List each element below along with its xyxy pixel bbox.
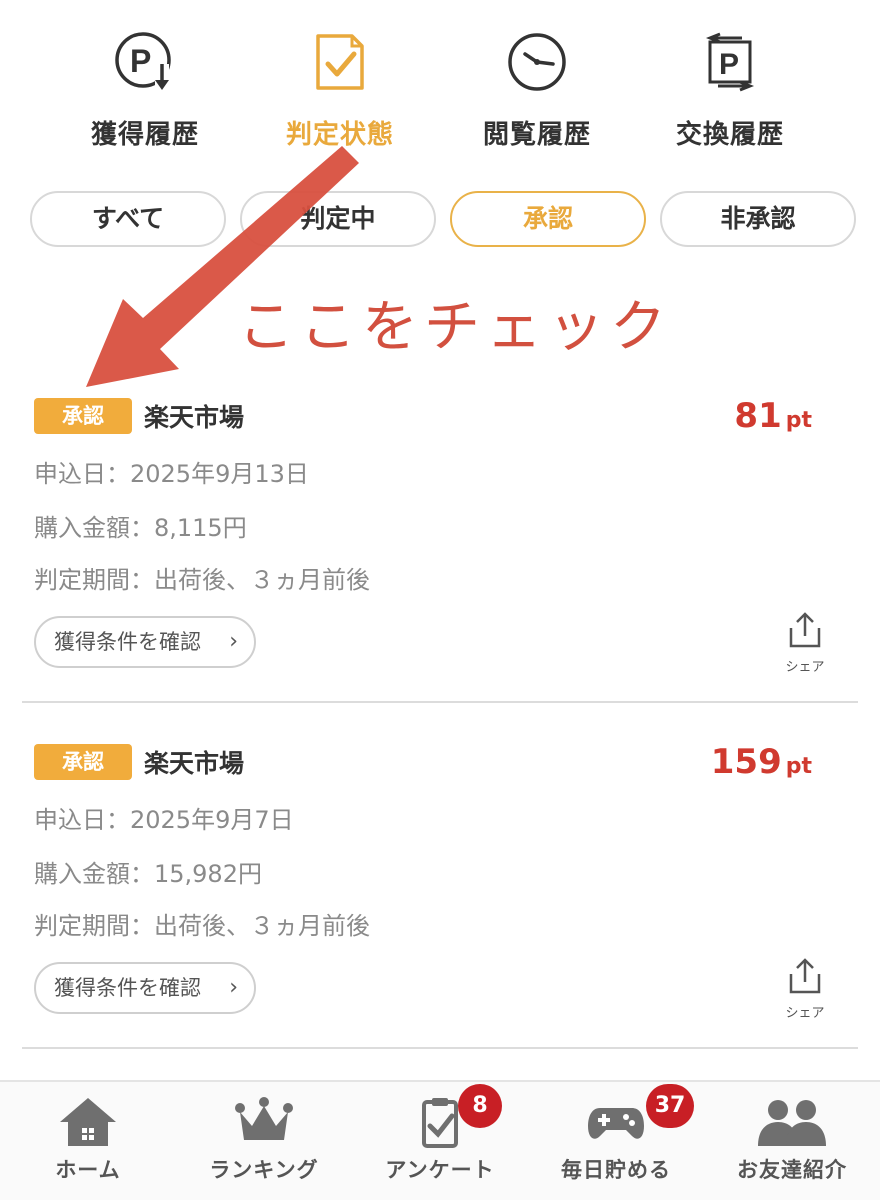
points-number: 81: [734, 396, 782, 436]
check-conditions-label: 獲得条件を確認: [54, 630, 201, 654]
chevron-right-icon: ›: [229, 629, 238, 654]
record-card: 承認 楽天市場 159 pt 申込日：2025年9月7日 購入金額：15,982円…: [22, 726, 858, 1050]
annotation-text: ここをチェック: [238, 295, 672, 360]
nav-label: 交換履歴: [675, 120, 784, 150]
tab-label: お友達紹介: [737, 1158, 847, 1182]
judgement-period: 判定期間：出荷後、３ヵ月前後: [34, 912, 370, 940]
points-unit: pt: [785, 408, 812, 433]
clock-icon: [508, 33, 566, 91]
filter-judging[interactable]: 判定中: [240, 191, 436, 247]
check-conditions-button[interactable]: 獲得条件を確認 ›: [34, 962, 256, 1014]
svg-text:P: P: [130, 43, 151, 79]
status-badge: 承認: [34, 744, 132, 780]
nav-label: 閲覧履歴: [482, 120, 591, 150]
nav-judgement-status[interactable]: 判定状態: [250, 30, 430, 150]
nav-exchange-history[interactable]: P 交換履歴: [640, 30, 820, 150]
judgement-period: 判定期間：出荷後、３ヵ月前後: [34, 566, 370, 594]
crown-icon: [235, 1097, 293, 1140]
tab-label: アンケート: [385, 1158, 495, 1182]
status-badge: 承認: [34, 398, 132, 434]
bottom-tab-bar: ホーム ランキング アンケート 8 毎日貯める 37 お友達紹介: [0, 1080, 880, 1200]
applied-date: 申込日：2025年9月13日: [34, 460, 309, 488]
tab-daily-save[interactable]: 毎日貯める 37: [528, 1084, 704, 1196]
notification-badge: 37: [646, 1084, 694, 1128]
friends-icon: [758, 1100, 826, 1146]
divider: [22, 1047, 858, 1049]
status-filter-group: すべて 判定中 承認 非承認: [30, 191, 856, 249]
nav-browsing-history[interactable]: 閲覧履歴: [447, 30, 627, 150]
shop-name: 楽天市場: [144, 403, 245, 432]
tab-label: ランキング: [209, 1158, 319, 1182]
home-icon: [60, 1098, 116, 1146]
share-button[interactable]: シェア: [780, 610, 830, 675]
record-card: 承認 楽天市場 81 pt 申込日：2025年9月13日 購入金額：8,115円 …: [22, 380, 858, 704]
shop-name: 楽天市場: [144, 749, 245, 778]
purchase-amount: 購入金額：15,982円: [34, 860, 262, 888]
point-download-icon: P: [115, 32, 171, 90]
gamepad-icon: [588, 1108, 644, 1139]
nav-earned-history[interactable]: P 獲得履歴: [55, 30, 235, 150]
point-exchange-icon: P: [705, 32, 755, 92]
purchase-amount: 購入金額：8,115円: [34, 514, 247, 542]
filter-all[interactable]: すべて: [30, 191, 226, 247]
points-unit: pt: [785, 754, 812, 779]
share-label: シェア: [785, 660, 825, 675]
points-value: 81 pt: [734, 396, 812, 436]
share-button[interactable]: シェア: [780, 956, 830, 1021]
points-number: 159: [710, 742, 782, 782]
tab-label: ホーム: [55, 1158, 121, 1182]
divider: [22, 701, 858, 703]
applied-date: 申込日：2025年9月7日: [34, 806, 294, 834]
share-label: シェア: [785, 1006, 825, 1021]
filter-rejected[interactable]: 非承認: [660, 191, 856, 247]
notification-badge: 8: [458, 1084, 502, 1128]
svg-text:P: P: [719, 48, 739, 81]
nav-label: 判定状態: [285, 120, 394, 150]
history-nav: P 獲得履歴 判定状態 閲覧履歴 P 交換履歴: [0, 0, 880, 160]
check-conditions-label: 獲得条件を確認: [54, 976, 201, 1000]
points-value: 159 pt: [711, 742, 812, 782]
share-icon: [789, 612, 821, 648]
share-icon: [789, 958, 821, 994]
checked-document-icon: [316, 34, 364, 90]
nav-label: 獲得履歴: [90, 120, 199, 150]
tab-ranking[interactable]: ランキング: [176, 1096, 352, 1196]
tab-home[interactable]: ホーム: [0, 1096, 176, 1196]
tab-invite-friends[interactable]: お友達紹介: [704, 1096, 880, 1196]
chevron-right-icon: ›: [229, 975, 238, 1000]
check-conditions-button[interactable]: 獲得条件を確認 ›: [34, 616, 256, 668]
tab-survey[interactable]: アンケート 8: [352, 1084, 528, 1196]
filter-approved[interactable]: 承認: [450, 191, 646, 247]
tab-label: 毎日貯める: [561, 1158, 671, 1182]
